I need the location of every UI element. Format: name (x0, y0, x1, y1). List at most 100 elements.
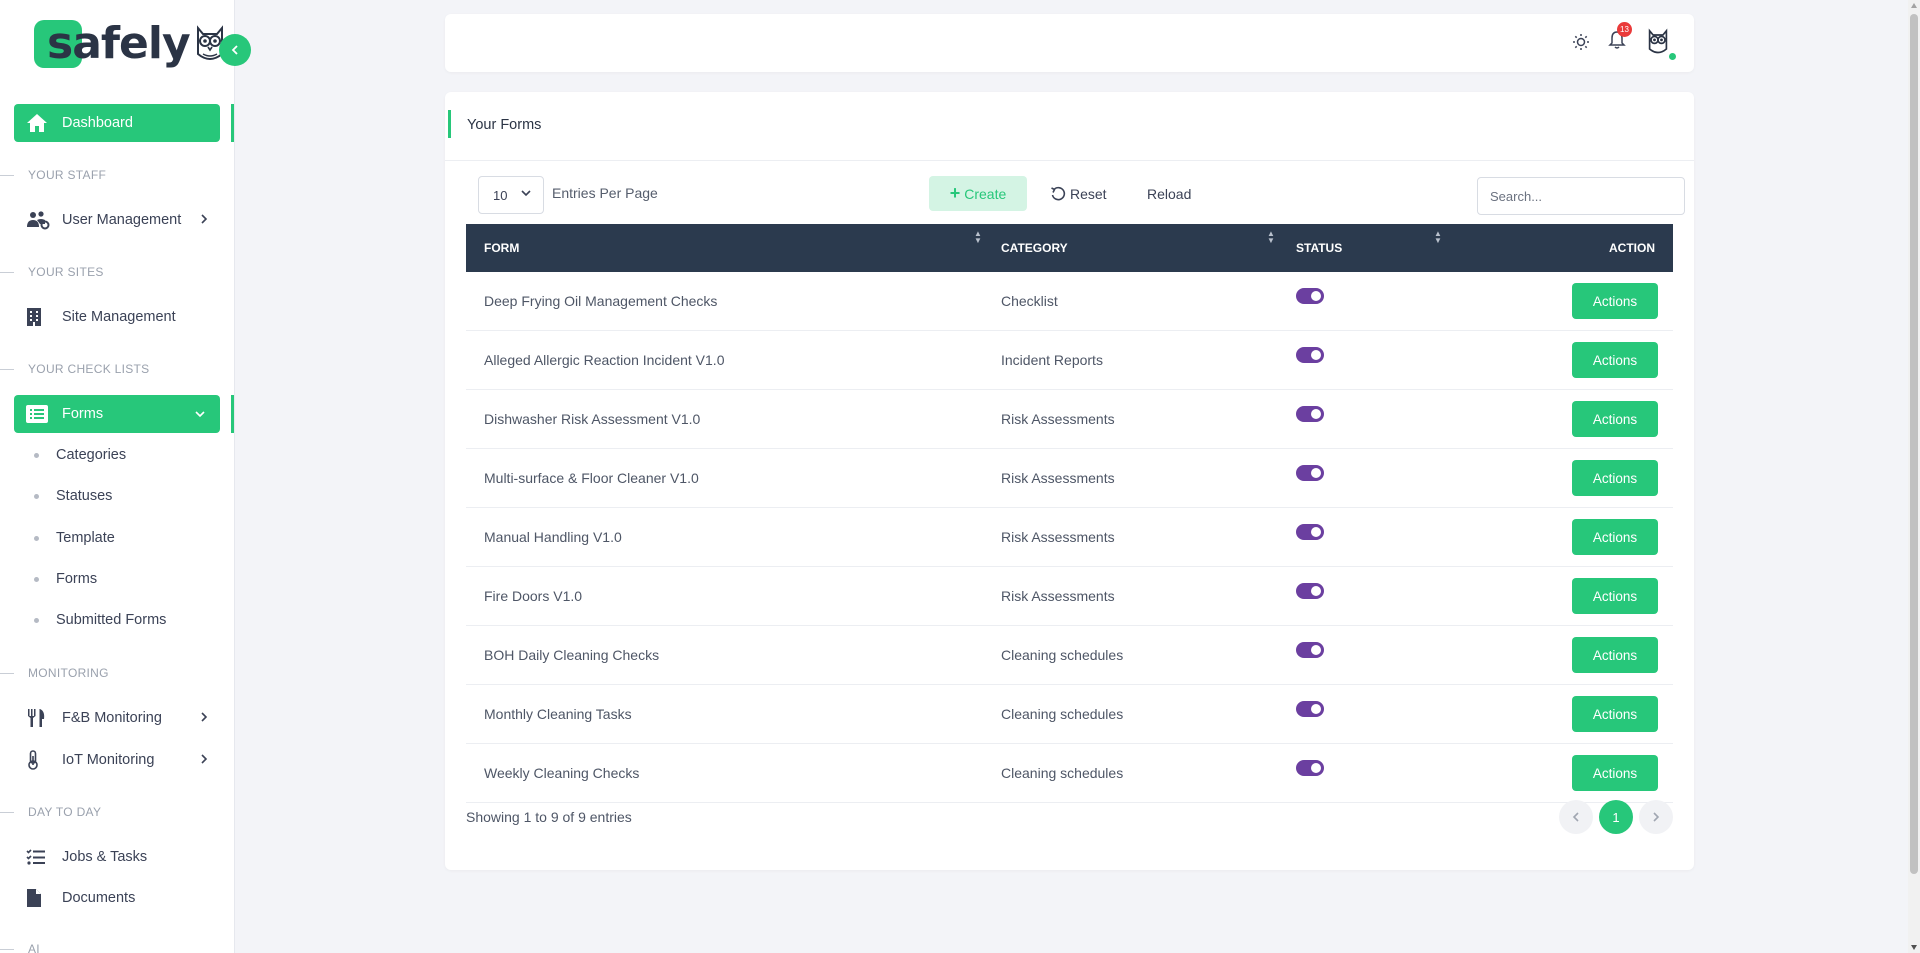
sidebar-item-dashboard[interactable]: Dashboard (14, 104, 220, 142)
topbar: 13 (445, 14, 1694, 72)
sort-icon[interactable]: ▲ ▼ (974, 230, 982, 245)
search-input[interactable] (1477, 177, 1685, 215)
checklist-icon (26, 848, 52, 866)
card-header: Your Forms (445, 92, 1694, 161)
active-indicator (231, 104, 234, 142)
table-header: FORM ▲ ▼ CATEGORY ▲ ▼ STATUS ▲ ▼ ACTION (466, 224, 1673, 272)
create-button[interactable]: + Create (929, 176, 1027, 211)
table-row: BOH Daily Cleaning Checks Cleaning schedu… (466, 626, 1673, 685)
sidebar-item-label: Site Management (62, 309, 176, 325)
sidebar-subitem-categories[interactable]: Categories (34, 447, 126, 463)
sidebar-item-label: Forms (62, 406, 104, 422)
section-day-to-day: DAY TO DAY (0, 805, 101, 819)
sidebar-item-label: IoT Monitoring (62, 752, 155, 768)
title-accent-bar (448, 110, 451, 138)
sidebar-item-label: Jobs & Tasks (62, 849, 148, 865)
actions-button[interactable]: Actions (1572, 342, 1658, 378)
column-header-action: ACTION (1609, 241, 1655, 255)
actions-button[interactable]: Actions (1572, 519, 1658, 555)
owl-icon (1648, 28, 1668, 54)
sidebar-item-jobs-tasks[interactable]: Jobs & Tasks (14, 838, 220, 876)
actions-button[interactable]: Actions (1572, 755, 1658, 791)
status-toggle[interactable] (1296, 465, 1324, 481)
column-header-category[interactable]: CATEGORY (1001, 241, 1068, 255)
notifications-button[interactable]: 13 (1608, 21, 1632, 55)
category-cell: Cleaning schedules (1001, 647, 1124, 663)
actions-button[interactable]: Actions (1572, 637, 1658, 673)
status-toggle[interactable] (1296, 347, 1324, 363)
document-icon (26, 888, 52, 908)
status-toggle[interactable] (1296, 288, 1324, 304)
column-header-status[interactable]: STATUS (1296, 241, 1342, 255)
sidebar-item-site-management[interactable]: Site Management (14, 298, 220, 336)
chevron-left-icon (1572, 812, 1579, 822)
logo[interactable]: safely (34, 18, 226, 70)
section-your-sites: YOUR SITES (0, 265, 104, 279)
sidebar-item-user-management[interactable]: User Management (14, 201, 220, 239)
actions-button[interactable]: Actions (1572, 401, 1658, 437)
sort-icon[interactable]: ▲ ▼ (1434, 230, 1442, 245)
form-name-cell: Multi-surface & Floor Cleaner V1.0 (484, 470, 699, 486)
sidebar-item-documents[interactable]: Documents (14, 879, 220, 917)
sidebar-collapse-button[interactable] (219, 34, 251, 66)
category-cell: Incident Reports (1001, 352, 1103, 368)
scroll-down-arrow[interactable] (1911, 945, 1917, 950)
status-toggle[interactable] (1296, 406, 1324, 422)
actions-button[interactable]: Actions (1572, 460, 1658, 496)
actions-button[interactable]: Actions (1572, 696, 1658, 732)
pagination-page-button[interactable]: 1 (1599, 800, 1633, 834)
pagination-next-button[interactable] (1639, 800, 1673, 834)
table-row: Alleged Allergic Reaction Incident V1.0 I… (466, 331, 1673, 390)
status-toggle[interactable] (1296, 583, 1324, 599)
chevron-right-icon (201, 214, 208, 224)
reset-button[interactable]: Reset (1050, 176, 1107, 211)
plus-icon: + (949, 183, 961, 203)
category-cell: Risk Assessments (1001, 470, 1115, 486)
category-cell: Cleaning schedules (1001, 706, 1124, 722)
form-name-cell: Alleged Allergic Reaction Incident V1.0 (484, 352, 725, 368)
notification-count-badge: 13 (1617, 21, 1632, 37)
scroll-up-arrow[interactable] (1911, 3, 1917, 8)
users-icon (26, 210, 52, 230)
building-icon (26, 307, 52, 327)
form-name-cell: Monthly Cleaning Tasks (484, 706, 632, 722)
entries-per-page-label: Entries Per Page (552, 185, 658, 201)
table-row: Monthly Cleaning Tasks Cleaning schedules… (466, 685, 1673, 744)
status-toggle[interactable] (1296, 760, 1324, 776)
reset-icon (1051, 186, 1066, 200)
list-icon (26, 405, 52, 423)
chevron-right-icon (201, 754, 208, 764)
sidebar-item-iot-monitoring[interactable]: IoT Monitoring (14, 741, 220, 779)
status-toggle[interactable] (1296, 701, 1324, 717)
chevron-left-icon (231, 45, 238, 55)
actions-button[interactable]: Actions (1572, 283, 1658, 319)
column-header-form[interactable]: FORM (484, 241, 519, 255)
category-cell: Checklist (1001, 293, 1058, 309)
form-name-cell: Weekly Cleaning Checks (484, 765, 640, 781)
form-name-cell: Deep Frying Oil Management Checks (484, 293, 718, 309)
sidebar-subitem-statuses[interactable]: Statuses (34, 488, 112, 504)
scrollbar-thumb[interactable] (1910, 14, 1918, 874)
section-your-staff: YOUR STAFF (0, 168, 106, 182)
page-scrollbar[interactable] (1908, 0, 1920, 953)
actions-button[interactable]: Actions (1572, 578, 1658, 614)
pagination-prev-button[interactable] (1559, 800, 1593, 834)
status-toggle[interactable] (1296, 524, 1324, 540)
home-icon (26, 113, 52, 133)
chevron-right-icon (1653, 812, 1660, 822)
sidebar-item-fb-monitoring[interactable]: F&B Monitoring (14, 699, 220, 737)
user-avatar[interactable] (1644, 28, 1676, 60)
chevron-right-icon (201, 712, 208, 722)
category-cell: Cleaning schedules (1001, 765, 1124, 781)
sidebar-subitem-submitted-forms[interactable]: Submitted Forms (34, 612, 166, 628)
status-toggle[interactable] (1296, 642, 1324, 658)
reload-button[interactable]: Reload (1147, 176, 1191, 211)
sidebar-subitem-forms[interactable]: Forms (34, 571, 97, 587)
sidebar-item-forms[interactable]: Forms (14, 395, 220, 433)
entries-per-page-select[interactable]: 10 (478, 176, 544, 214)
sun-icon[interactable] (1572, 33, 1590, 51)
table-row: Weekly Cleaning Checks Cleaning schedules… (466, 744, 1673, 803)
sidebar-subitem-template[interactable]: Template (34, 530, 115, 546)
category-cell: Risk Assessments (1001, 529, 1115, 545)
sort-icon[interactable]: ▲ ▼ (1267, 230, 1275, 245)
